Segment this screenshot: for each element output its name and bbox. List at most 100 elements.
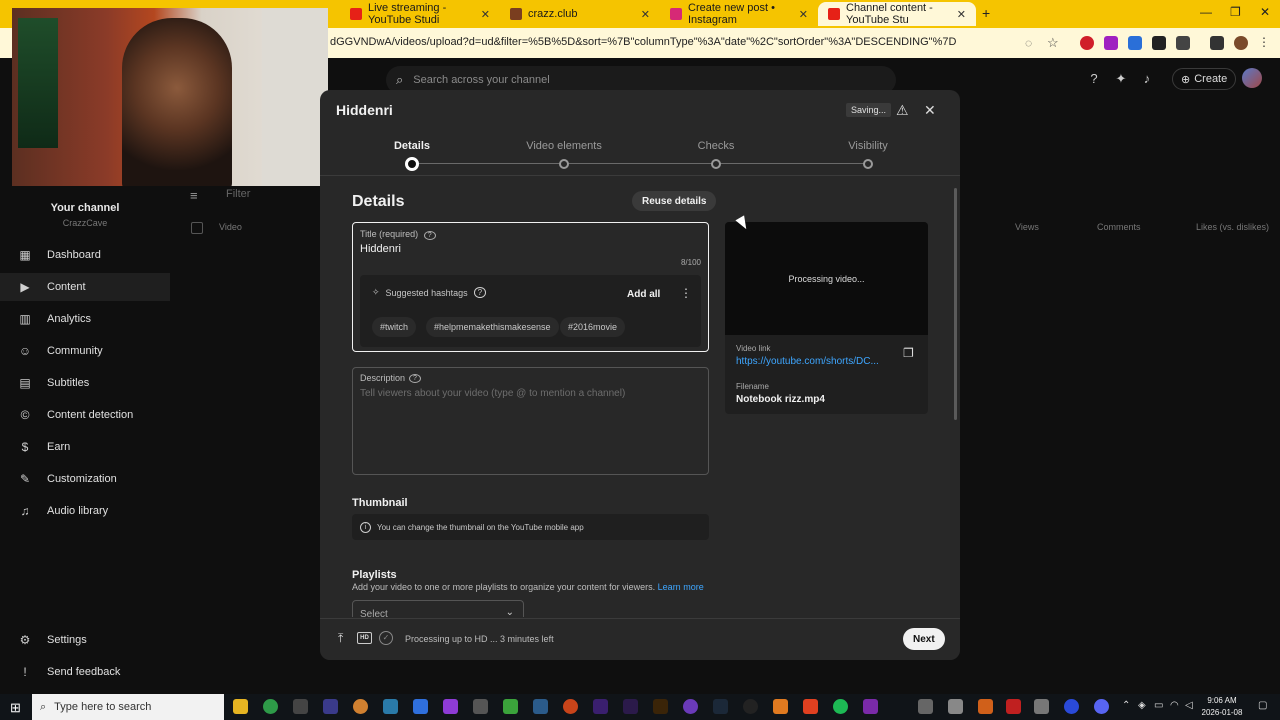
description-field[interactable]: Description ? Tell viewers about your vi… <box>352 367 709 475</box>
affinity-icon[interactable] <box>443 699 458 714</box>
blender-icon[interactable] <box>353 699 368 714</box>
account-avatar[interactable] <box>1242 68 1262 88</box>
column-header-video[interactable]: Video <box>219 222 242 232</box>
notification-center-icon[interactable]: ▢ <box>1258 700 1267 711</box>
step-details[interactable]: Details <box>394 140 430 152</box>
video-link[interactable]: https://youtube.com/shorts/DC... <box>736 356 879 367</box>
tray-app-icon[interactable] <box>1064 699 1079 714</box>
reading-list-icon[interactable] <box>1210 36 1224 50</box>
obs-icon[interactable] <box>743 699 758 714</box>
bookmark-star-icon[interactable]: ☆ <box>1047 35 1061 50</box>
learn-more-link[interactable]: Learn more <box>658 582 704 592</box>
close-tab-icon[interactable]: ✕ <box>799 8 808 21</box>
step-dot-details[interactable] <box>405 157 419 171</box>
sidebar-item-subtitles[interactable]: ▤ Subtitles <box>0 369 170 397</box>
step-dot-video-elements[interactable] <box>559 159 569 169</box>
app-icon[interactable] <box>773 699 788 714</box>
column-header-comments[interactable]: Comments <box>1097 222 1141 232</box>
title-input[interactable]: Hiddenri <box>360 243 401 255</box>
spotify-icon[interactable] <box>833 699 848 714</box>
tab-crazz-club[interactable]: crazz.club ✕ <box>500 2 660 26</box>
record-extension-icon[interactable] <box>1080 36 1094 50</box>
close-tab-icon[interactable]: ✕ <box>641 8 650 21</box>
description-input[interactable]: Tell viewers about your video (type @ to… <box>360 388 625 399</box>
step-dot-visibility[interactable] <box>863 159 873 169</box>
live-icon[interactable] <box>473 699 488 714</box>
step-dot-checks[interactable] <box>711 159 721 169</box>
illustrator-icon[interactable] <box>653 699 668 714</box>
next-button[interactable]: Next <box>903 628 945 650</box>
step-video-elements[interactable]: Video elements <box>526 140 602 152</box>
tab-channel-content[interactable]: Channel content - YouTube Stu ✕ <box>818 2 976 26</box>
sidebar-item-analytics[interactable]: ▥ Analytics <box>0 305 170 333</box>
sparkle-icon[interactable]: ✦ <box>1113 71 1129 87</box>
app-icon[interactable] <box>413 699 428 714</box>
volume-icon[interactable]: ◁ <box>1185 700 1193 711</box>
add-all-hashtags-button[interactable]: Add all <box>618 284 669 304</box>
sidebar-item-send-feedback[interactable]: ! Send feedback <box>0 658 170 686</box>
app-icon[interactable] <box>293 699 308 714</box>
step-visibility[interactable]: Visibility <box>848 140 888 152</box>
extension-icon[interactable] <box>1152 36 1166 50</box>
more-menu-icon[interactable]: ⋮ <box>1258 35 1272 49</box>
hashtag-chip[interactable]: #twitch <box>372 317 417 337</box>
sidebar-item-audio-library[interactable]: ♫ Audio library <box>0 497 170 525</box>
discord-icon[interactable] <box>1094 699 1109 714</box>
minimize-icon[interactable]: — <box>1200 5 1212 19</box>
tray-overflow-icon[interactable]: ⌃ <box>1122 700 1130 711</box>
extension-icon[interactable] <box>1128 36 1142 50</box>
app-icon[interactable] <box>683 699 698 714</box>
tab-instagram[interactable]: Create new post • Instagram ✕ <box>660 2 818 26</box>
more-options-icon[interactable]: ⋮ <box>680 286 692 300</box>
sidebar-item-dashboard[interactable]: ▦ Dashboard <box>0 241 170 269</box>
app-icon[interactable] <box>323 699 338 714</box>
eye-off-icon[interactable]: ◌ <box>1025 36 1039 50</box>
calculator-icon[interactable] <box>533 699 548 714</box>
puzzle-extensions-icon[interactable] <box>1176 36 1190 50</box>
app-icon[interactable] <box>863 699 878 714</box>
feedback-alert-icon[interactable]: ⚠ <box>896 102 909 119</box>
dialog-scrollbar[interactable] <box>954 188 957 420</box>
url-text[interactable]: dGGVNDwA/videos/upload?d=ud&filter=%5B%5… <box>330 36 956 48</box>
select-all-checkbox[interactable] <box>191 222 203 234</box>
nvidia-icon[interactable]: ◈ <box>1138 700 1146 711</box>
close-tab-icon[interactable]: ✕ <box>957 8 966 21</box>
sidebar-item-earn[interactable]: $ Earn <box>0 433 170 461</box>
step-checks[interactable]: Checks <box>698 140 735 152</box>
filter-input[interactable]: Filter <box>226 188 250 200</box>
sidebar-item-community[interactable]: ☺ Community <box>0 337 170 365</box>
app-icon[interactable] <box>383 699 398 714</box>
steam-icon[interactable] <box>713 699 728 714</box>
sidebar-item-content[interactable]: ▶ Content <box>0 273 170 301</box>
notifications-bell-icon[interactable]: ♪ <box>1139 71 1155 87</box>
reuse-details-button[interactable]: Reuse details <box>632 191 717 211</box>
after-effects-icon[interactable] <box>593 699 608 714</box>
playlist-select[interactable]: Select ⌄ <box>352 600 524 617</box>
tab-live-streaming[interactable]: Live streaming - YouTube Studi ✕ <box>340 2 500 26</box>
taskbar-clock[interactable]: 9:06 AM 2026-01-08 <box>1197 695 1247 719</box>
tray-app-icon[interactable] <box>918 699 933 714</box>
close-icon[interactable]: ✕ <box>924 102 936 119</box>
app-icon[interactable] <box>563 699 578 714</box>
windows-start-icon[interactable]: ⊞ <box>10 700 21 716</box>
maximize-icon[interactable]: ❐ <box>1230 5 1241 19</box>
close-window-icon[interactable]: ✕ <box>1260 5 1270 19</box>
title-field[interactable]: Title (required) ? Hiddenri 8/100 ✧ Sugg… <box>352 222 709 352</box>
help-icon[interactable]: ? <box>409 373 421 383</box>
sidebar-item-content-detection[interactable]: © Content detection <box>0 401 170 429</box>
profile-avatar-icon[interactable] <box>1234 36 1248 50</box>
sidebar-item-settings[interactable]: ⚙ Settings <box>0 626 170 654</box>
taskbar-search-input[interactable]: ⌕ Type here to search <box>32 694 224 720</box>
help-icon[interactable]: ? <box>473 287 487 298</box>
filezilla-icon[interactable] <box>1006 699 1021 714</box>
tray-app-icon[interactable] <box>1034 699 1049 714</box>
help-icon[interactable]: ? <box>423 231 436 240</box>
filter-icon[interactable]: ≡ <box>190 188 198 203</box>
sidebar-item-customization[interactable]: ✎ Customization <box>0 465 170 493</box>
column-header-likes[interactable]: Likes (vs. dislikes) <box>1196 222 1269 232</box>
help-icon[interactable]: ? <box>1086 71 1102 87</box>
column-header-views[interactable]: Views <box>1015 222 1039 232</box>
wifi-icon[interactable]: ◠ <box>1170 700 1179 711</box>
dialog-scroll-area[interactable]: Details Reuse details Title (required) ?… <box>320 177 960 617</box>
copy-icon[interactable]: ❐ <box>903 346 916 360</box>
